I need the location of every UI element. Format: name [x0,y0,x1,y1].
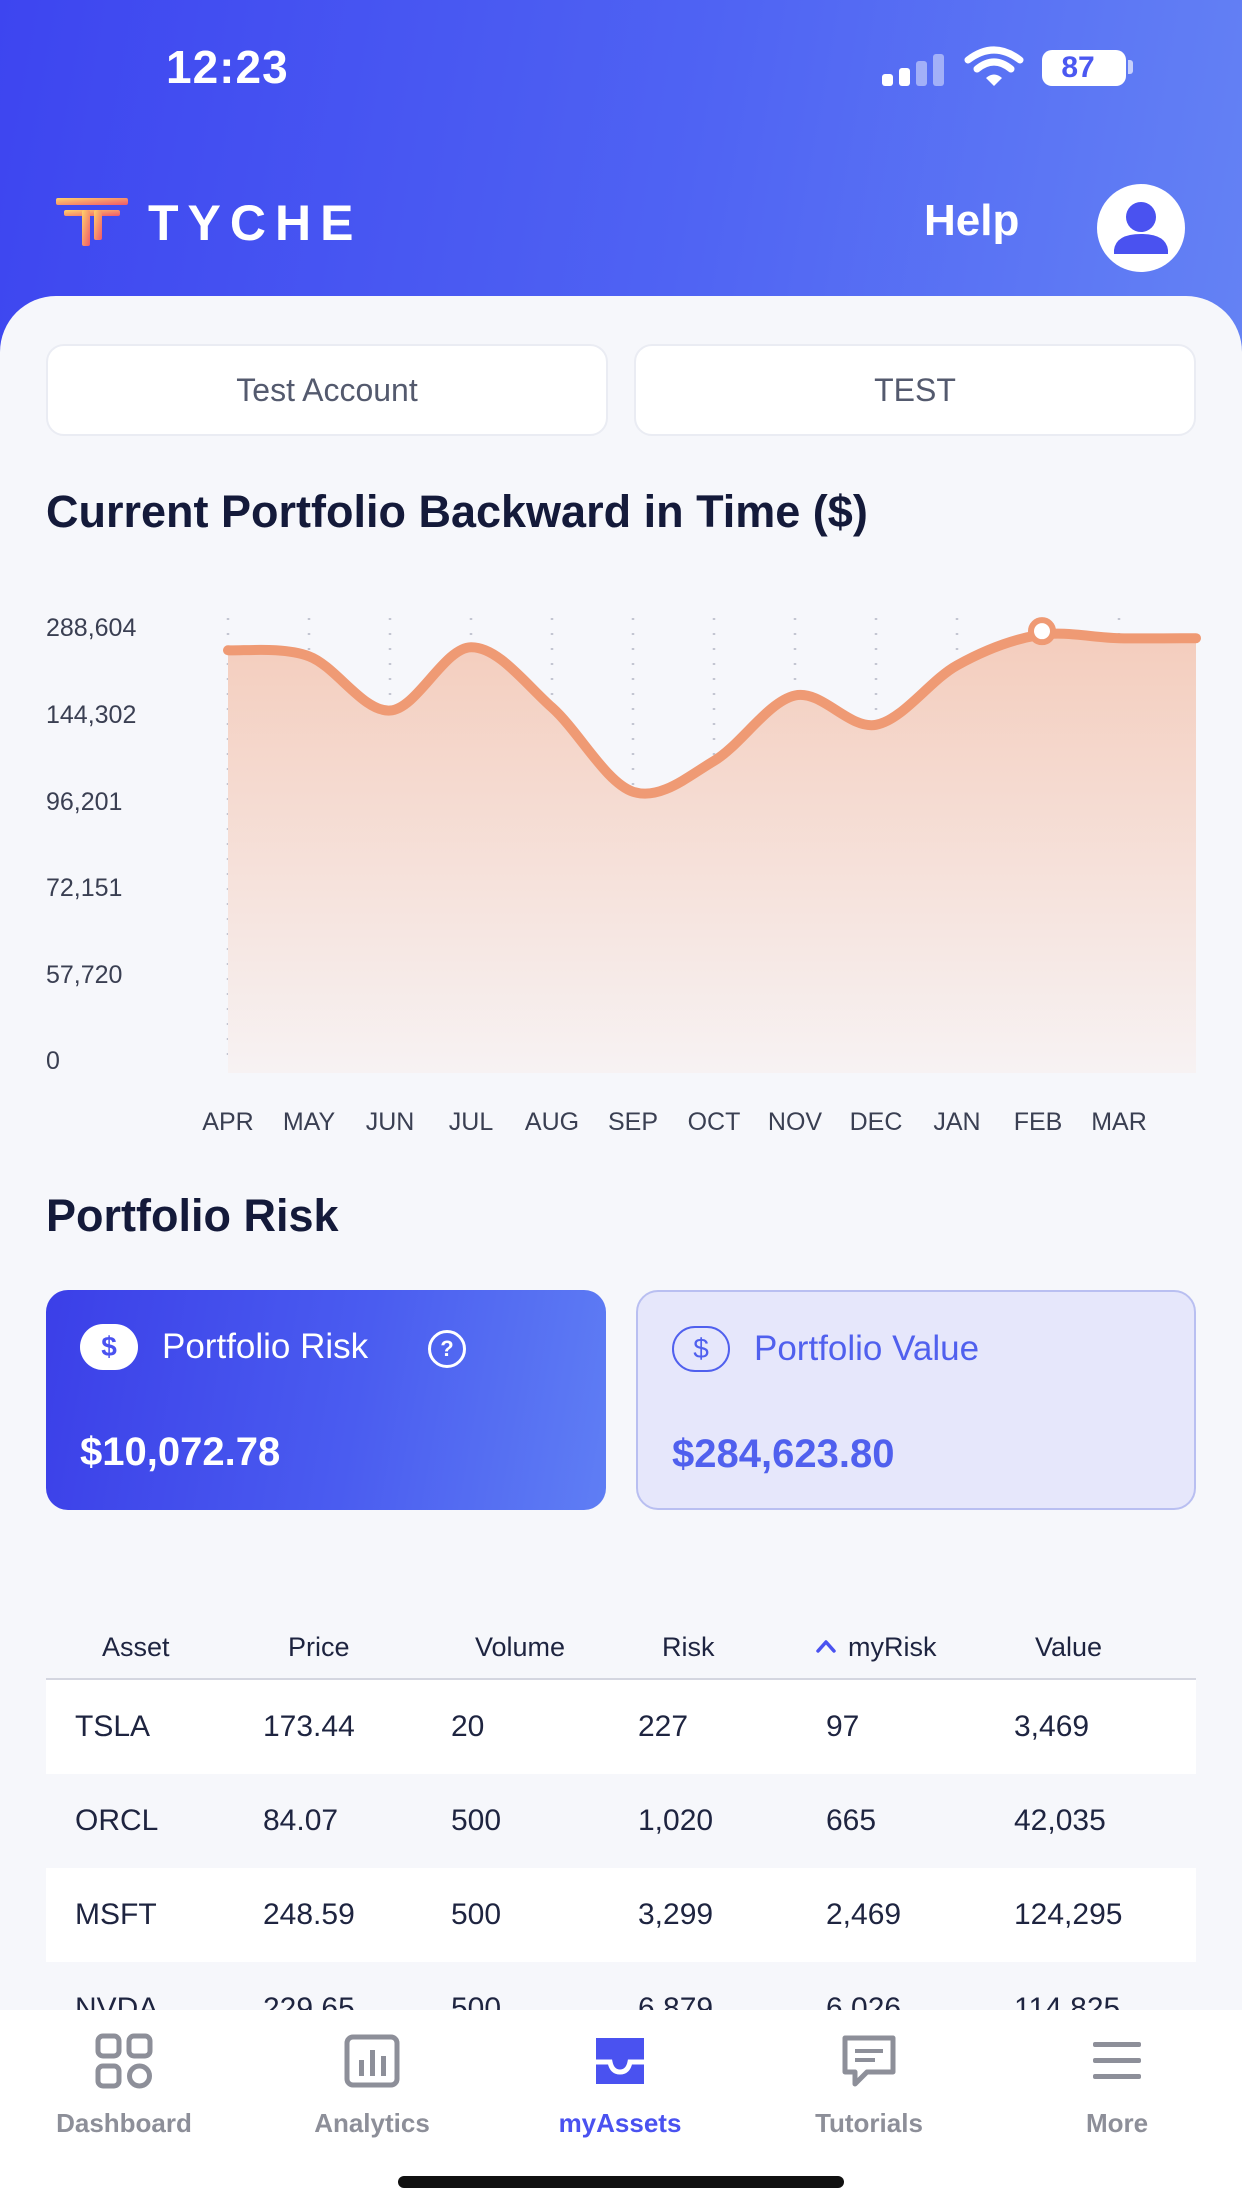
cell-asset: TSLA [75,1710,151,1743]
cell-myrisk: 665 [826,1804,877,1837]
portfolio-risk-label: Portfolio Risk [162,1327,369,1366]
col-header-value[interactable]: Value [1035,1632,1102,1663]
cell-volume: 500 [451,1804,502,1837]
col-header-volume[interactable]: Volume [475,1632,565,1663]
portfolio-value-amount: $284,623.80 [672,1432,895,1476]
tab-dashboard-label: Dashboard [56,2108,192,2138]
tab-tutorials-label: Tutorials [815,2108,923,2138]
cell-value: 124,295 [1014,1898,1123,1931]
y-tick-label: 96,201 [46,788,123,816]
help-circle-icon[interactable]: ? [428,1330,466,1368]
risk-section-title: Portfolio Risk [46,1190,339,1241]
tab-more-label: More [1085,2108,1149,2138]
portfolio-value-label: Portfolio Value [754,1329,980,1368]
inbox-icon [596,2038,644,2084]
cell-asset: MSFT [75,1898,157,1931]
x-tick-label-may: MAY [282,1108,336,1136]
col-header-asset[interactable]: Asset [102,1632,170,1663]
table-row[interactable]: TSLA 173.44 20 227 97 3,469 [46,1680,1196,1774]
grid-icon [95,2033,153,2089]
tab-tutorials[interactable]: Tutorials [745,2010,993,2140]
y-tick-label: 57,720 [46,961,123,989]
x-tick-label-jan: JAN [933,1108,981,1136]
cell-price: 248.59 [263,1898,355,1931]
cell-value: 3,469 [1014,1710,1090,1743]
cell-price: 84.07 [263,1804,339,1837]
chart-highlight-point [1028,617,1056,646]
x-tick-label-sep: SEP [607,1108,659,1136]
x-tick-label-nov: NOV [767,1108,823,1136]
x-tick-label-oct: OCT [687,1108,741,1136]
cell-asset: ORCL [75,1804,159,1837]
y-tick-label: 144,302 [46,701,137,729]
sort-ascending-icon [816,1640,836,1653]
col-header-myrisk[interactable]: myRisk [848,1632,937,1663]
x-tick-label-jun: JUN [365,1108,415,1136]
col-header-price[interactable]: Price [288,1632,350,1663]
chart-area-fill [228,633,1196,1073]
dollar-icon: $ [80,1324,138,1370]
tab-myassets[interactable]: myAssets [496,2010,744,2140]
dollar-icon: $ [672,1326,730,1372]
x-tick-label-jul: JUL [448,1108,494,1136]
portfolio-risk-card[interactable]: $ Portfolio Risk ? $10,072.78 [46,1290,606,1510]
tab-analytics-label: Analytics [314,2108,430,2138]
y-tick-label: 0 [46,1047,60,1075]
portfolio-history-chart [223,617,1201,1073]
cell-risk: 1,020 [638,1804,714,1837]
cell-price: 173.44 [263,1710,355,1743]
col-header-risk[interactable]: Risk [662,1632,715,1663]
table-row[interactable]: MSFT 248.59 500 3,299 2,469 124,295 [46,1868,1196,1962]
portfolio-value-card[interactable]: $ Portfolio Value $284,623.80 [636,1290,1196,1510]
menu-icon [1093,2042,1141,2079]
x-tick-label-apr: APR [202,1108,254,1136]
cell-value: 42,035 [1014,1804,1106,1837]
portfolio-risk-value: $10,072.78 [80,1430,281,1474]
tab-analytics[interactable]: Analytics [248,2010,496,2140]
cell-volume: 500 [451,1898,502,1931]
cell-volume: 20 [451,1710,485,1743]
x-tick-label-aug: AUG [524,1108,580,1136]
x-tick-label-dec: DEC [849,1108,903,1136]
x-tick-label-mar: MAR [1091,1108,1147,1136]
home-indicator [398,2176,844,2188]
tab-more[interactable]: More [993,2010,1241,2140]
tab-dashboard[interactable]: Dashboard [0,2010,248,2140]
y-tick-label: 288,604 [46,614,137,642]
x-tick-label-feb: FEB [1013,1108,1063,1136]
cell-myrisk: 97 [826,1710,860,1743]
bar-chart-icon [344,2034,400,2088]
cell-risk: 3,299 [638,1898,714,1931]
cell-risk: 227 [638,1710,689,1743]
y-tick-label: 72,151 [46,874,123,902]
cell-myrisk: 2,469 [826,1898,902,1931]
chat-icon [842,2035,896,2087]
table-row[interactable]: ORCL 84.07 500 1,020 665 42,035 [46,1774,1196,1868]
tab-myassets-label: myAssets [558,2108,682,2138]
